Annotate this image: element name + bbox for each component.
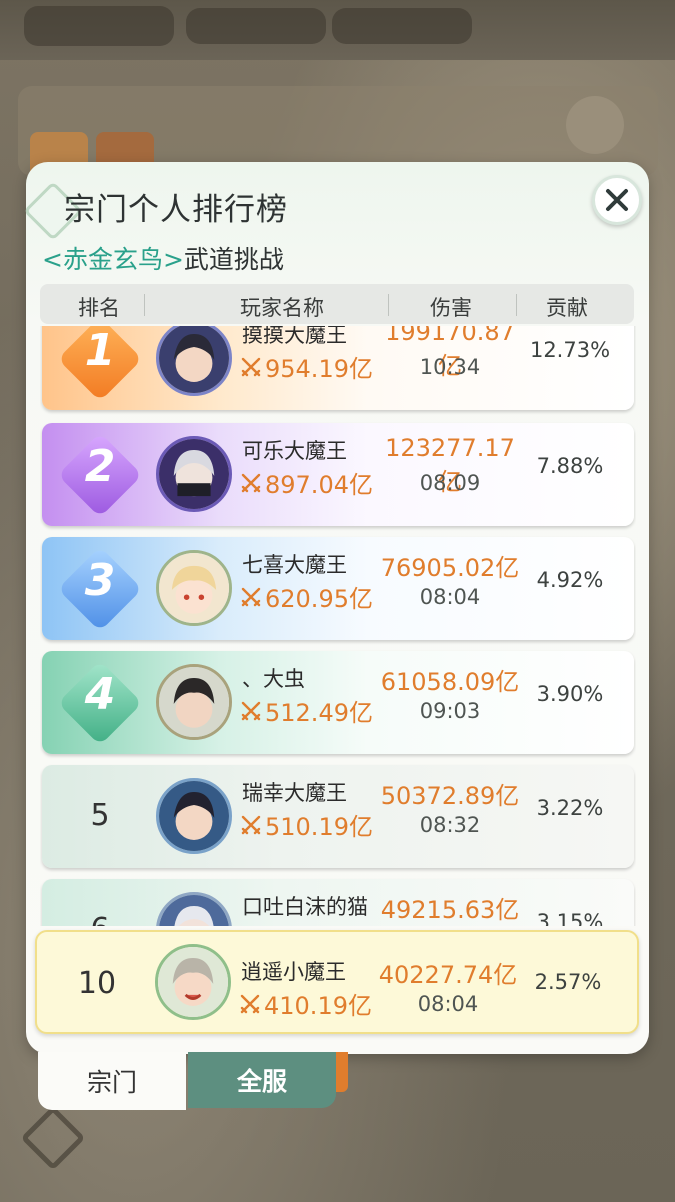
rank-number: 5 [90,798,110,833]
player-name: 摸摸大魔王 [242,326,347,347]
combat-power-value: 620.95亿 [265,585,373,613]
damage-value: 61058.09亿 [380,668,520,696]
my-damage-value: 40227.74亿 [378,961,518,989]
my-avatar [155,944,231,1020]
challenge-time: 08:32 [419,813,481,837]
combat-power: 512.49亿 [240,693,373,728]
ranking-row[interactable]: 6 口吐白沫的猫 49215.63亿 3.15% [42,879,634,926]
damage-value: 49215.63亿 [380,896,520,924]
my-challenge-time: 08:04 [417,992,479,1016]
table-header: 排名 玩家名称 伤害 贡献 [40,284,634,324]
contribution-percent: 3.15% [536,910,604,926]
column-divider [516,294,517,316]
combat-power-value: 512.49亿 [265,699,373,727]
damage-value: 50372.89亿 [380,782,520,810]
avatar [156,550,232,626]
ranking-row[interactable]: 2 可乐大魔王 897.04亿 123277.17亿 08:09 7.88% [42,423,634,526]
contribution-percent: 4.92% [536,568,604,592]
avatar [156,436,232,512]
challenge-name: 武道挑战 [183,245,284,274]
my-rank-number: 10 [77,966,117,1001]
challenge-time: 09:03 [419,699,481,723]
challenge-subtitle: <赤金玄鸟>武道挑战 [42,240,284,276]
challenge-time: 08:04 [419,585,481,609]
my-ranking-row[interactable]: 10 逍遥小魔王 410.19亿 40227.74亿 08:04 2.57% [35,930,639,1034]
column-divider [144,294,145,316]
boss-name-tag: <赤金玄鸟> [42,245,184,274]
swords-icon [241,357,261,376]
rank-number: 6 [72,912,128,926]
close-icon [606,189,628,211]
swords-icon [240,994,260,1013]
swords-icon [241,473,261,492]
rank-number: 2 [84,441,116,492]
avatar [156,664,232,740]
player-name: 口吐白沫的猫 [242,895,368,919]
player-name: 七喜大魔王 [242,553,347,577]
combat-power-value: 897.04亿 [265,471,373,499]
my-contribution-percent: 2.57% [534,970,602,994]
ranking-row[interactable]: 1 摸摸大魔王 954.19亿 199170.87亿 10:34 12.73% [42,326,634,410]
rank-number: 4 [84,669,116,720]
combat-power: 620.95亿 [240,579,373,614]
my-combat-power: 410.19亿 [239,986,372,1021]
swords-icon [241,587,261,606]
resource-chip [24,6,174,46]
tab-sect[interactable]: 宗门 [38,1052,186,1110]
ranking-row[interactable]: 5 瑞幸大魔王 510.19亿 50372.89亿 08:32 3.22% [42,765,634,868]
column-player-name: 玩家名称 [240,296,324,320]
contribution-percent: 3.22% [536,796,604,820]
my-player-name: 逍遥小魔王 [241,960,346,984]
combat-power: 510.19亿 [240,807,373,842]
close-button[interactable] [592,175,642,225]
ranking-list[interactable]: 1 摸摸大魔王 954.19亿 199170.87亿 10:34 12.73% … [40,326,636,926]
column-damage: 伤害 [430,296,472,320]
damage-value: 76905.02亿 [380,554,520,582]
swords-icon [241,815,261,834]
avatar [156,778,232,854]
combat-power: 897.04亿 [240,465,373,500]
resource-chip [186,8,326,44]
contribution-percent: 12.73% [529,338,611,362]
ranking-row[interactable]: 4 、大虫 512.49亿 61058.09亿 09:03 3.90% [42,651,634,754]
player-name: 瑞幸大魔王 [242,781,347,805]
tab-accent [336,1052,348,1092]
combat-power: 954.19亿 [240,349,373,384]
challenge-time: 10:34 [419,355,481,379]
challenge-time: 08:09 [419,471,481,495]
background-building-icon [566,96,624,154]
tab-server[interactable]: 全服 [188,1052,336,1108]
column-rank: 排名 [78,296,120,320]
avatar [156,892,232,926]
avatar [156,326,232,396]
rank-number: 3 [84,555,116,606]
ranking-row[interactable]: 3 七喜大魔王 620.95亿 76905.02亿 08:04 4.92% [42,537,634,640]
my-combat-power-value: 410.19亿 [264,992,372,1020]
rank-number: 1 [84,326,116,376]
swords-icon [241,701,261,720]
combat-power-value: 510.19亿 [265,813,373,841]
contribution-percent: 3.90% [536,682,604,706]
resource-chip [332,8,472,44]
combat-power-value: 954.19亿 [265,355,373,383]
contribution-percent: 7.88% [536,454,604,478]
player-name: 可乐大魔王 [242,439,347,463]
dialog-title: 宗门个人排行榜 [64,192,288,228]
column-contribution: 贡献 [546,296,588,320]
column-divider [388,294,389,316]
player-name: 、大虫 [242,667,305,691]
